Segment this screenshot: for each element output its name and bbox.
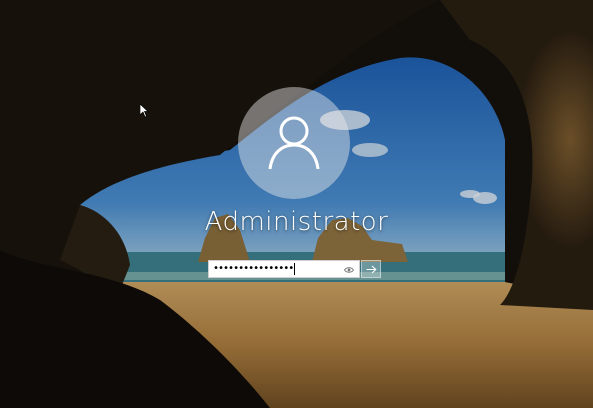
user-silhouette-icon xyxy=(268,116,320,170)
eye-icon[interactable] xyxy=(344,265,354,275)
password-row: •••••••••••••••• xyxy=(208,260,381,278)
lockscreen-background xyxy=(0,0,593,408)
password-input[interactable]: •••••••••••••••• xyxy=(208,260,360,278)
arrow-right-icon xyxy=(366,265,377,273)
submit-button[interactable] xyxy=(361,260,381,278)
user-avatar xyxy=(238,87,350,199)
mouse-pointer-icon xyxy=(140,104,148,118)
username-label: Administrator xyxy=(204,207,389,237)
text-caret xyxy=(294,263,296,275)
password-masked-text: •••••••••••••••• xyxy=(213,263,294,274)
